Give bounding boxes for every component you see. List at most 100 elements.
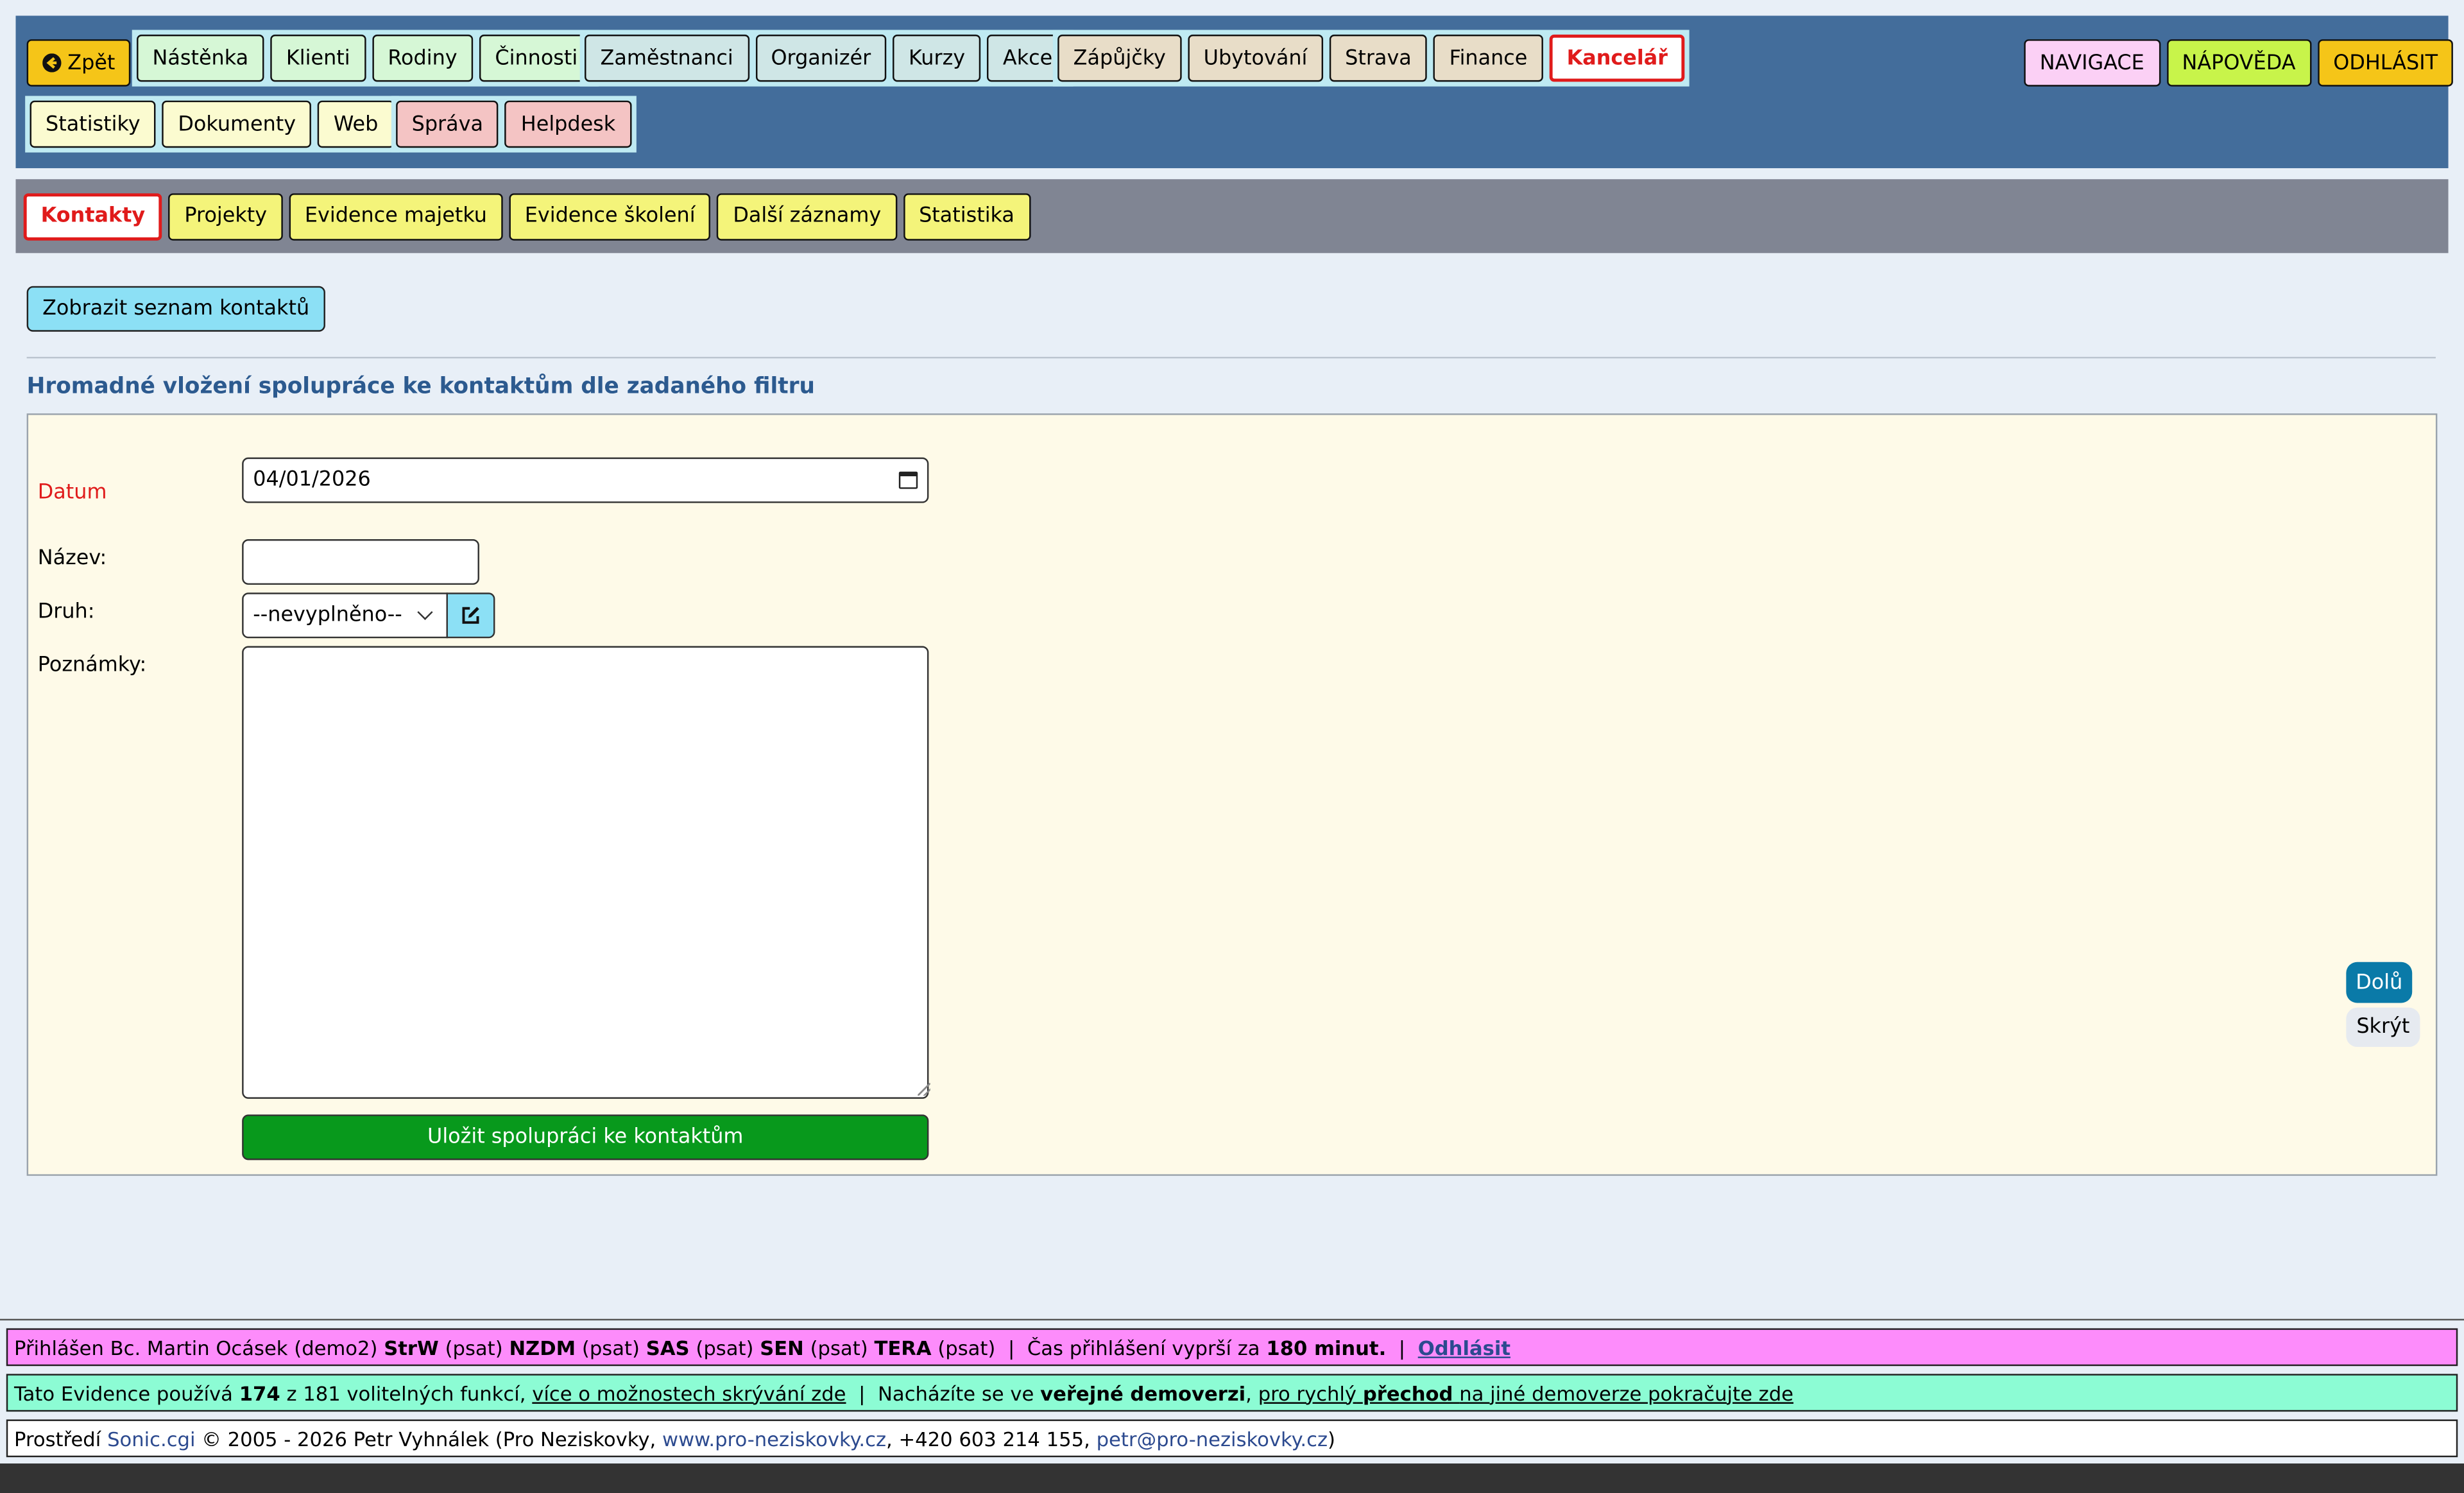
navigace-button[interactable]: NAVIGACE [2024,39,2160,87]
separator: | [859,1381,866,1405]
nav-kurzy[interactable]: Kurzy [893,34,981,82]
nav-cinnosti[interactable]: Činnosti [479,34,594,82]
separator: | [1007,1335,1015,1359]
chevron-down-icon [417,604,433,621]
footer-divider [0,1318,2464,1321]
features-text-2: z 181 volitelných funkcí, [286,1381,526,1405]
name-input[interactable] [242,539,479,585]
logged-user: Přihlášen Bc. Martin Ocásek (demo2) [14,1335,378,1359]
top-navigation: Zpět Nástěnka Klienti Rodiny Činnosti Za… [15,15,2454,169]
public-demo-label: veřejné demoverzi [1040,1381,1246,1405]
nav-statistiky[interactable]: Statistiky [30,100,157,148]
tab-statistika[interactable]: Statistika [903,193,1031,240]
nav-sprava[interactable]: Správa [396,100,499,148]
page-title: Hromadné vložení spolupráce ke kontaktům… [26,374,815,400]
other-demos-link-part1: pro rychlý [1258,1381,1357,1405]
nav-nastenka[interactable]: Nástěnka [137,34,264,82]
session-expire-value: 180 minut. [1266,1335,1387,1359]
role-perm: (psat) [810,1335,868,1359]
arrow-left-circle-icon [42,53,62,73]
tab-dalsi-zaznamy[interactable]: Další záznamy [717,193,897,240]
type-select[interactable]: --nevyplněno-- [242,592,448,639]
nav-strava[interactable]: Strava [1329,34,1428,82]
date-input[interactable]: 04/01/2026 [242,457,929,503]
other-demos-link-part3: na jiné demoverze pokračujte zde [1459,1381,1793,1405]
nav-group-admin: Správa Helpdesk [391,96,637,153]
edit-icon [461,605,481,626]
nav-organizer[interactable]: Organizér [755,34,887,82]
nav-zapujcky[interactable]: Zápůjčky [1057,34,1182,82]
copyright-text-2: © 2005 - 2026 Petr Vyhnálek (Pro Nezisko… [201,1426,656,1451]
back-button[interactable]: Zpět [26,39,131,87]
show-contacts-list-button[interactable]: Zobrazit seznam kontaktů [26,286,325,332]
page: Zpět Nástěnka Klienti Rodiny Činnosti Za… [0,0,2464,1464]
copyright-bar: Prostředí Sonic.cgi © 2005 - 2026 Petr V… [6,1419,2458,1458]
role-perm: (psat) [937,1335,996,1359]
nav-group-office: Zápůjčky Ubytování Strava Finance Kancel… [1052,30,1690,87]
sub-navigation: Kontakty Projekty Evidence majetku Evide… [15,179,2449,254]
nav-group-stats: Statistiky Dokumenty Web [25,96,399,153]
comma: , [1245,1381,1252,1405]
name-label: Název: [37,547,107,571]
demo-text: Nacházíte se ve [878,1381,1034,1405]
nav-zamestnanci[interactable]: Zaměstnanci [585,34,749,82]
nav-kancelar[interactable]: Kancelář [1549,34,1685,82]
role-code: NZDM [509,1335,576,1359]
role-perm: (psat) [445,1335,503,1359]
edit-type-button[interactable] [446,592,495,639]
nav-group-clients: Nástěnka Klienti Rodiny Činnosti [132,30,599,87]
back-group: Zpět [26,35,131,91]
divider [26,356,2436,359]
role-code: StrW [384,1335,439,1359]
copyright-text-1: Prostředí [14,1426,101,1451]
notes-textarea[interactable] [242,646,929,1099]
features-used-count: 174 [239,1381,280,1405]
other-demos-link-part2: přechod [1362,1381,1453,1405]
features-text-1: Tato Evidence používá [14,1381,233,1405]
type-select-value: --nevyplněno-- [253,603,402,628]
other-demos-link[interactable]: pro rychlý přechod na jiné demoverze pok… [1258,1381,1793,1404]
role-code: TERA [874,1335,932,1359]
role-code: SAS [646,1335,690,1359]
hiding-info-link[interactable]: více o možnostech skrývání zde [532,1381,846,1404]
role-code: SEN [760,1335,804,1359]
type-label: Druh: [37,600,95,625]
nav-dokumenty[interactable]: Dokumenty [162,100,312,148]
hide-button[interactable]: Skrýt [2346,1007,2420,1048]
scroll-down-button[interactable]: Dolů [2346,962,2413,1003]
website-link[interactable]: www.pro-neziskovky.cz [662,1426,886,1450]
nav-helpdesk[interactable]: Helpdesk [505,100,631,148]
nav-finance[interactable]: Finance [1433,34,1543,82]
separator: | [1398,1335,1406,1359]
resize-grip-icon[interactable] [918,1083,930,1096]
notes-label: Poznámky: [37,653,147,678]
napoveda-button[interactable]: NÁPOVĚDA [2166,39,2311,87]
tab-kontakty[interactable]: Kontakty [23,193,163,240]
nav-rodiny[interactable]: Rodiny [372,34,474,82]
bulk-cooperation-form: Datum 04/01/2026 Název: Druh: --nevyplně… [26,413,2438,1176]
calendar-icon[interactable] [898,471,918,489]
date-value: 04/01/2026 [253,468,371,492]
nav-klienti[interactable]: Klienti [270,34,366,82]
save-cooperation-button[interactable]: Uložit spolupráci ke kontaktům [242,1114,929,1161]
date-label: Datum [37,481,107,505]
nav-group-staff: Zaměstnanci Organizér Kurzy Akce [579,30,1074,87]
tab-evidence-skoleni[interactable]: Evidence školení [509,193,712,240]
role-perm: (psat) [696,1335,754,1359]
login-info-bar: Přihlášen Bc. Martin Ocásek (demo2) StrW… [6,1328,2458,1367]
copyright-text-3: , +420 603 214 155, [886,1426,1090,1451]
role-perm: (psat) [581,1335,640,1359]
nav-group-right: NAVIGACE NÁPOVĚDA ODHLÁSIT [2024,35,2454,91]
tab-evidence-majetku[interactable]: Evidence majetku [289,193,503,240]
logout-link[interactable]: Odhlásit [1418,1335,1510,1359]
sonic-link[interactable]: Sonic.cgi [107,1426,195,1450]
nav-web[interactable]: Web [318,100,394,148]
nav-ubytovani[interactable]: Ubytování [1188,34,1323,82]
features-info-bar: Tato Evidence používá 174 z 181 voliteln… [6,1374,2458,1412]
back-label: Zpět [67,51,116,75]
tab-projekty[interactable]: Projekty [168,193,283,240]
copyright-text-4: ) [1328,1426,1335,1451]
odhlasit-button[interactable]: ODHLÁSIT [2317,39,2454,87]
email-link[interactable]: petr@pro-neziskovky.cz [1097,1426,1328,1450]
session-expire-text: Čas přihlášení vyprší za [1027,1335,1260,1359]
